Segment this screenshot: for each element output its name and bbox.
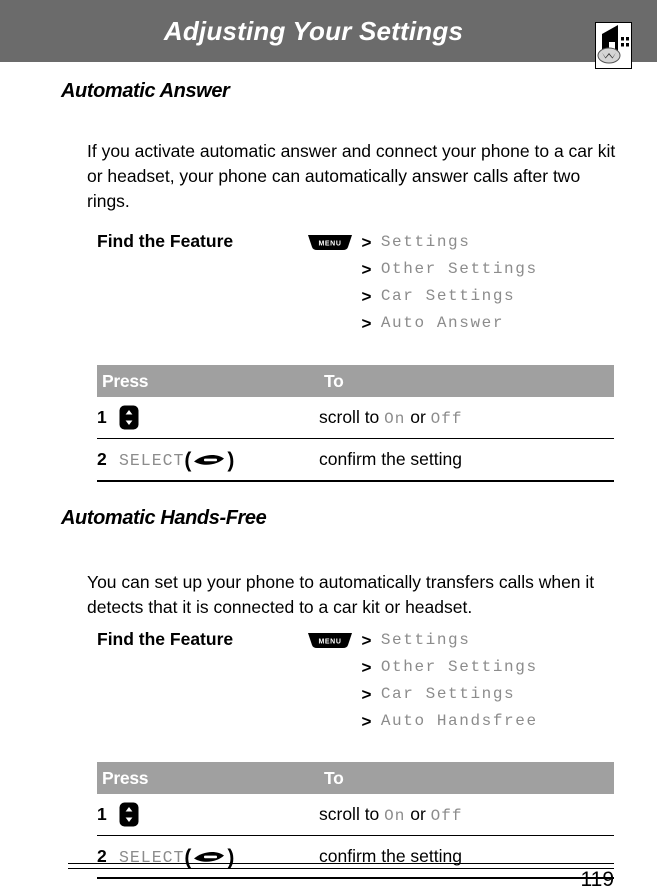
key-steps-table-automatic-hands-free: Press To 1 scroll to On or Off 2 SELECT(… [97,762,614,879]
setting-value-on: On [384,410,406,428]
menu-path-separator: > [361,314,372,334]
menu-path-separator: > [361,658,372,678]
motorola-phone-tower-icon [595,22,632,69]
softkey-arrow-icon[interactable] [192,452,226,468]
menu-path-separator: > [361,631,372,651]
column-header-press: Press [97,365,319,397]
step-number: 1 [97,397,119,439]
key-steps-table-automatic-answer: Press To 1 scroll to On or Off 2 SELECT(… [97,365,614,482]
step-description-text: scroll to [319,407,385,427]
section-heading-automatic-answer: Automatic Answer [61,80,230,102]
step-description-text: confirm the setting [319,449,462,469]
softkey-label: SELECT [119,450,185,470]
menu-path: MENU > Settings > Other Settings > Car S… [307,627,538,735]
step-key: SELECT( ) [119,438,319,482]
paren-close: ) [227,448,235,472]
scroll-key-icon[interactable] [119,802,139,827]
paren-open: ( [184,845,192,869]
paren-close: ) [227,845,235,869]
setting-value-off: Off [430,410,463,428]
menu-path-row: > Car Settings [307,681,538,708]
menu-path-row: > Other Settings [307,654,538,681]
menu-path-separator: > [361,287,372,307]
section-paragraph-automatic-hands-free: You can set up your phone to automatical… [87,571,595,617]
menu-path-item[interactable]: Car Settings [381,681,515,708]
step-description-conjunction: or [405,407,431,427]
menu-key-icon[interactable]: MENU [307,632,353,649]
column-header-to: To [319,365,614,397]
menu-path-row: > Car Settings [307,283,538,310]
table-row: 1 scroll to On or Off [97,794,614,836]
setting-value-off: Off [430,807,463,825]
menu-path-row: MENU > Settings [307,627,538,654]
step-number: 1 [97,794,119,836]
step-key [119,397,319,439]
menu-path-separator: > [361,685,372,705]
menu-path: MENU > Settings > Other Settings > Car S… [307,229,538,337]
step-description-text: scroll to [319,804,385,824]
menu-path-item[interactable]: Settings [381,627,471,654]
page-number: 119 [580,868,614,891]
table-header-row: Press To [97,762,614,794]
column-header-press: Press [97,762,319,794]
table-row: 2 SELECT( ) confirm the setting [97,438,614,482]
menu-path-item[interactable]: Other Settings [381,256,538,283]
footer-divider-top [68,863,614,864]
section-heading-automatic-hands-free: Automatic Hands-Free [61,507,267,529]
menu-path-separator: > [361,233,372,253]
step-description: scroll to On or Off [319,794,614,836]
menu-path-row: > Auto Answer [307,310,538,337]
menu-path-row: > Other Settings [307,256,538,283]
column-header-to: To [319,762,614,794]
find-the-feature-label: Find the Feature [97,231,234,251]
table-header-row: Press To [97,365,614,397]
step-description-conjunction: or [405,804,431,824]
paren-open: ( [184,448,192,472]
svg-text:MENU: MENU [318,639,341,646]
menu-key-icon[interactable]: MENU [307,234,353,251]
svg-text:MENU: MENU [318,241,341,248]
page-title: Adjusting Your Settings [163,16,464,46]
step-number: 2 [97,438,119,482]
step-description: scroll to On or Off [319,397,614,439]
page-header: Adjusting Your Settings [0,0,657,62]
step-description: confirm the setting [319,438,614,482]
table-row: 1 scroll to On or Off [97,397,614,439]
menu-path-row: > Auto Handsfree [307,708,538,735]
menu-path-item[interactable]: Car Settings [381,283,515,310]
menu-path-item[interactable]: Other Settings [381,654,538,681]
menu-path-item[interactable]: Settings [381,229,471,256]
setting-value-on: On [384,807,406,825]
scroll-key-icon[interactable] [119,405,139,430]
step-key [119,794,319,836]
menu-path-item[interactable]: Auto Answer [381,310,504,337]
menu-path-item[interactable]: Auto Handsfree [381,708,538,735]
section-paragraph-automatic-answer: If you activate automatic answer and con… [87,140,616,211]
menu-path-row: MENU > Settings [307,229,538,256]
find-the-feature-label: Find the Feature [97,629,234,649]
menu-path-separator: > [361,712,372,732]
menu-path-separator: > [361,260,372,280]
